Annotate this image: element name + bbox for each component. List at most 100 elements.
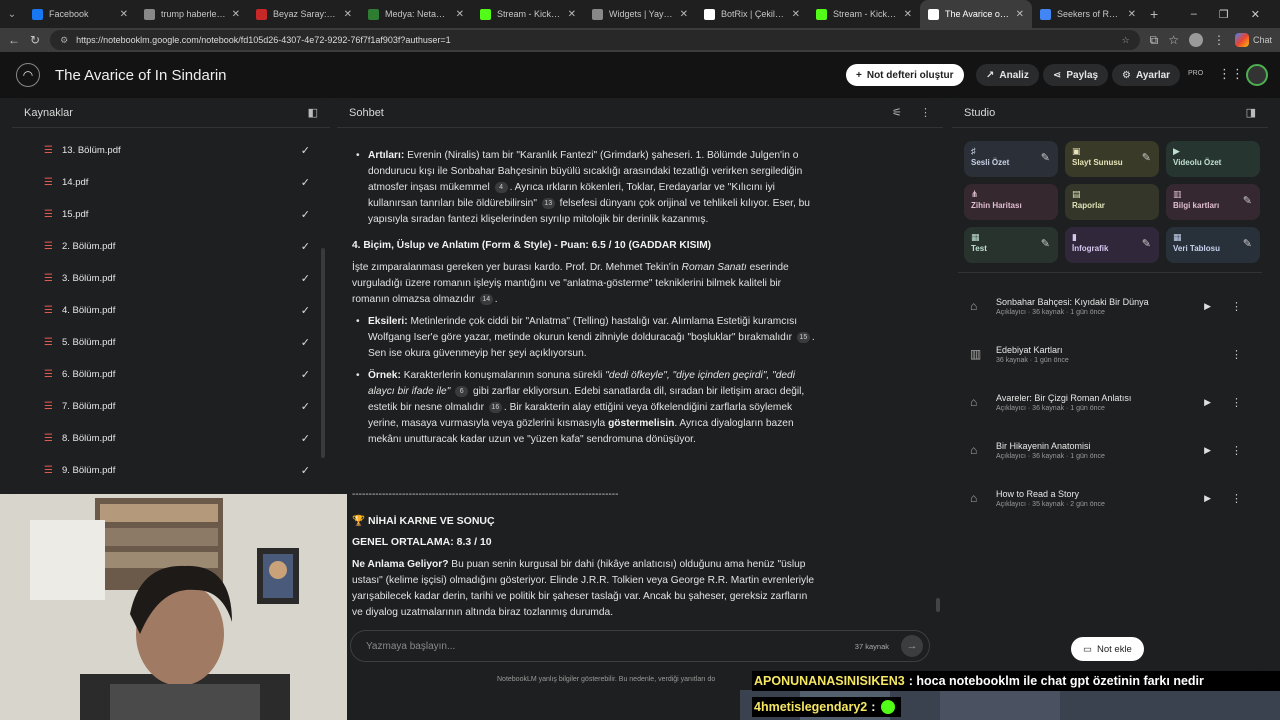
- edit-icon[interactable]: ✎: [1142, 237, 1151, 250]
- edit-icon[interactable]: ✎: [1243, 194, 1252, 207]
- settings-button[interactable]: ⚙ Ayarlar: [1112, 64, 1181, 86]
- more-options-icon[interactable]: ⋮: [1231, 300, 1242, 313]
- source-item[interactable]: ☰ 9. Bölüm.pdf ✓: [12, 454, 330, 486]
- more-options-icon[interactable]: ⋮: [1231, 348, 1242, 361]
- source-item[interactable]: ☰ 8. Bölüm.pdf ✓: [12, 422, 330, 454]
- share-button[interactable]: ⋖ Paylaş: [1043, 64, 1109, 86]
- citation-badge[interactable]: 16: [488, 401, 502, 413]
- chat-input[interactable]: Yazmaya başlayın... 37 kaynak →: [350, 630, 930, 662]
- studio-tile[interactable]: ▦ Veri Tablosu ✎: [1166, 227, 1260, 263]
- more-options-icon[interactable]: ⋮: [1231, 396, 1242, 409]
- citation-badge[interactable]: 15: [796, 331, 810, 343]
- studio-tile[interactable]: ▥ Bilgi kartları ✎: [1166, 184, 1260, 220]
- source-checkbox[interactable]: ✓: [301, 464, 310, 477]
- source-item[interactable]: ☰ 7. Bölüm.pdf ✓: [12, 390, 330, 422]
- source-item[interactable]: ☰ 13. Bölüm.pdf ✓: [12, 134, 330, 166]
- collapse-panel-icon[interactable]: ◧: [308, 106, 318, 119]
- tab-close-icon[interactable]: ✕: [344, 9, 352, 20]
- tab-close-icon[interactable]: ✕: [120, 9, 128, 20]
- studio-note[interactable]: ▥ Edebiyat Kartları 36 kaynak · 1 gün önce…: [964, 335, 1250, 373]
- studio-tile[interactable]: ♯ Sesli Özet ✎: [964, 141, 1058, 177]
- source-checkbox[interactable]: ✓: [301, 240, 310, 253]
- notebooklm-logo-icon[interactable]: ◠: [16, 63, 40, 87]
- send-button[interactable]: →: [901, 635, 923, 657]
- source-item[interactable]: ☰ 4. Bölüm.pdf ✓: [12, 294, 330, 326]
- studio-tile[interactable]: ▦ Test ✎: [964, 227, 1058, 263]
- profile-avatar[interactable]: [1188, 33, 1203, 47]
- browser-tab[interactable]: Stream - Kick Dashb ✕: [808, 0, 920, 28]
- source-item[interactable]: ☰ 14.pdf ✓: [12, 166, 330, 198]
- new-tab-icon[interactable]: +: [1150, 6, 1158, 22]
- bookmarks-icon[interactable]: ☆: [1168, 33, 1179, 47]
- tab-close-icon[interactable]: ✕: [680, 9, 688, 20]
- browser-tab[interactable]: Seekers of Rage - G ✕: [1032, 0, 1144, 28]
- back-icon[interactable]: ←: [8, 33, 20, 47]
- browser-tab[interactable]: Facebook ✕: [24, 0, 136, 28]
- chat-button[interactable]: Chat: [1234, 33, 1272, 47]
- source-checkbox[interactable]: ✓: [301, 432, 310, 445]
- source-checkbox[interactable]: ✓: [301, 336, 310, 349]
- studio-note[interactable]: ⌂ Avareler: Bir Çizgi Roman Anlatısı Açıkl…: [964, 383, 1250, 421]
- add-note-button[interactable]: ▭ Not ekle: [1071, 637, 1144, 661]
- chat-menu-icon[interactable]: ⋮: [920, 106, 931, 119]
- source-item[interactable]: ☰ 2. Bölüm.pdf ✓: [12, 230, 330, 262]
- browser-tab[interactable]: BotRix | Çekilişler ✕: [696, 0, 808, 28]
- apps-grid-icon[interactable]: ⋮⋮: [1218, 66, 1244, 82]
- chat-scrollbar[interactable]: [936, 598, 940, 612]
- source-item[interactable]: ☰ 15.pdf ✓: [12, 198, 330, 230]
- source-checkbox[interactable]: ✓: [301, 208, 310, 221]
- source-checkbox[interactable]: ✓: [301, 176, 310, 189]
- studio-tile[interactable]: ▶ Videolu Özet: [1166, 141, 1260, 177]
- tab-close-icon[interactable]: ✕: [1016, 9, 1024, 20]
- studio-tile[interactable]: ▣ Slayt Sunusu ✎: [1065, 141, 1159, 177]
- tab-search-icon[interactable]: ⌄: [0, 9, 24, 20]
- edit-icon[interactable]: ✎: [1243, 237, 1252, 250]
- chat-options-icon[interactable]: ⚟: [892, 106, 902, 119]
- citation-badge[interactable]: 13: [541, 197, 555, 209]
- address-bar[interactable]: ⚙ https://notebooklm.google.com/notebook…: [50, 30, 1140, 50]
- tab-close-icon[interactable]: ✕: [232, 9, 240, 20]
- edit-icon[interactable]: ✎: [1041, 151, 1050, 164]
- source-checkbox[interactable]: ✓: [301, 144, 310, 157]
- source-checkbox[interactable]: ✓: [301, 368, 310, 381]
- tab-close-icon[interactable]: ✕: [568, 9, 576, 20]
- source-checkbox[interactable]: ✓: [301, 272, 310, 285]
- tab-close-icon[interactable]: ✕: [904, 9, 912, 20]
- browser-tab[interactable]: Widgets | Yayınını g ✕: [584, 0, 696, 28]
- collapse-studio-icon[interactable]: ◨: [1246, 106, 1256, 119]
- bookmark-star-icon[interactable]: ☆: [1122, 35, 1130, 46]
- menu-icon[interactable]: ⋮: [1213, 33, 1225, 47]
- user-avatar[interactable]: [1246, 64, 1268, 86]
- source-item[interactable]: ☰ 3. Bölüm.pdf ✓: [12, 262, 330, 294]
- browser-tab[interactable]: Medya: Netanyahu ✕: [360, 0, 472, 28]
- source-item[interactable]: ☰ 5. Bölüm.pdf ✓: [12, 326, 330, 358]
- edit-icon[interactable]: ✎: [1041, 237, 1050, 250]
- edit-icon[interactable]: ✎: [1142, 151, 1151, 164]
- analytics-button[interactable]: ↗ Analiz: [976, 64, 1039, 86]
- source-checkbox[interactable]: ✓: [301, 400, 310, 413]
- browser-tab[interactable]: trump haberler - Go ✕: [136, 0, 248, 28]
- extensions-icon[interactable]: ⧉: [1150, 33, 1159, 48]
- notebook-title[interactable]: The Avarice of In Sindarin: [55, 67, 227, 84]
- browser-tab[interactable]: Beyaz Saray: Trump ✕: [248, 0, 360, 28]
- reload-icon[interactable]: ↻: [30, 33, 40, 47]
- studio-note[interactable]: ⌂ How to Read a Story Açıklayıcı · 35 kayn…: [964, 479, 1250, 517]
- browser-tab[interactable]: Stream - Kick Dashb ✕: [472, 0, 584, 28]
- tab-close-icon[interactable]: ✕: [1128, 9, 1136, 20]
- site-info-icon[interactable]: ⚙: [60, 35, 68, 46]
- minimize-icon[interactable]: –: [1191, 8, 1197, 21]
- more-options-icon[interactable]: ⋮: [1231, 492, 1242, 505]
- create-notebook-button[interactable]: + Not defteri oluştur: [846, 64, 964, 86]
- play-icon[interactable]: ▶: [1204, 493, 1211, 504]
- sources-scrollbar[interactable]: [321, 248, 325, 458]
- more-options-icon[interactable]: ⋮: [1231, 444, 1242, 457]
- play-icon[interactable]: ▶: [1204, 445, 1211, 456]
- studio-note[interactable]: ⌂ Bir Hikayenin Anatomisi Açıklayıcı · 36 …: [964, 431, 1250, 469]
- studio-tile[interactable]: ⋔ Zihin Haritası: [964, 184, 1058, 220]
- citation-badge[interactable]: 14: [479, 293, 493, 305]
- source-checkbox[interactable]: ✓: [301, 304, 310, 317]
- source-item[interactable]: ☰ 6. Bölüm.pdf ✓: [12, 358, 330, 390]
- browser-tab[interactable]: The Avarice of In Si ✕: [920, 0, 1032, 28]
- studio-tile[interactable]: ▤ Raporlar: [1065, 184, 1159, 220]
- play-icon[interactable]: ▶: [1204, 301, 1211, 312]
